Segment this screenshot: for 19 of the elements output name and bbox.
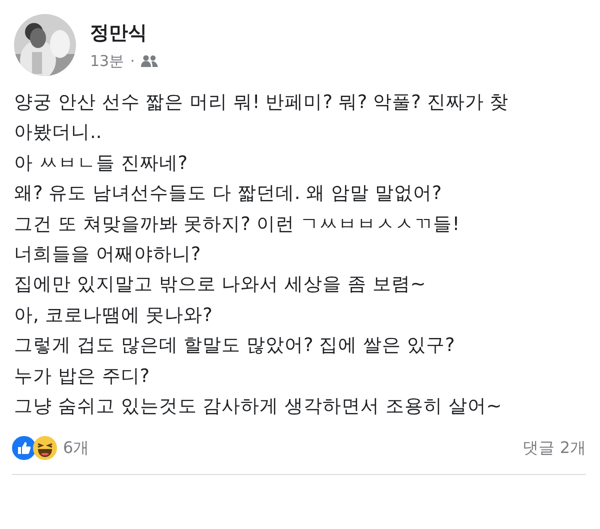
- post-text-line: 아봤더니..: [14, 121, 103, 146]
- post-text-line: 그냥 숨쉬고 있는것도 감사하게 생각하면서 조용히 살어~: [14, 395, 503, 420]
- author-name[interactable]: 정만식: [90, 20, 158, 46]
- friends-icon: [140, 55, 158, 67]
- post-text-line: 왜? 유도 남녀선수들도 다 짧던데. 왜 암말 말없어?: [14, 182, 443, 206]
- post-text-line: 아, 코로나땜에 못나와?: [14, 304, 214, 328]
- post-time[interactable]: 13분: [90, 52, 124, 70]
- comment-count[interactable]: 댓글 2개: [522, 438, 586, 459]
- post-text-line: 그렇게 겁도 많은데 할말도 많았어? 집에 쌀은 있구?: [14, 334, 456, 358]
- separator-dot: ·: [130, 52, 135, 70]
- post-text-line: 누가 밥은 주디?: [14, 364, 151, 389]
- reaction-count[interactable]: 6개: [63, 438, 90, 459]
- like-icon[interactable]: [12, 436, 36, 460]
- post-text-line: 너희들을 어째야하니?: [14, 243, 202, 268]
- post-text-line: 아 ㅆㅂㄴ들 진짜네?: [14, 152, 189, 176]
- post-text-line: 양궁 안산 선수 짧은 머리 뭐! 반페미? 뭐? 악풀? 진짜가 찾: [14, 91, 510, 115]
- laughing-face-icon[interactable]: [33, 436, 57, 460]
- post-text-line: 집에만 있지말고 밖으로 나와서 세상을 좀 보렴~: [14, 273, 427, 298]
- post-text-line: 그건 또 쳐맞을까봐 못하지? 이런 ㄱㅆㅂㅂㅅㅅㄲ들!: [14, 212, 461, 237]
